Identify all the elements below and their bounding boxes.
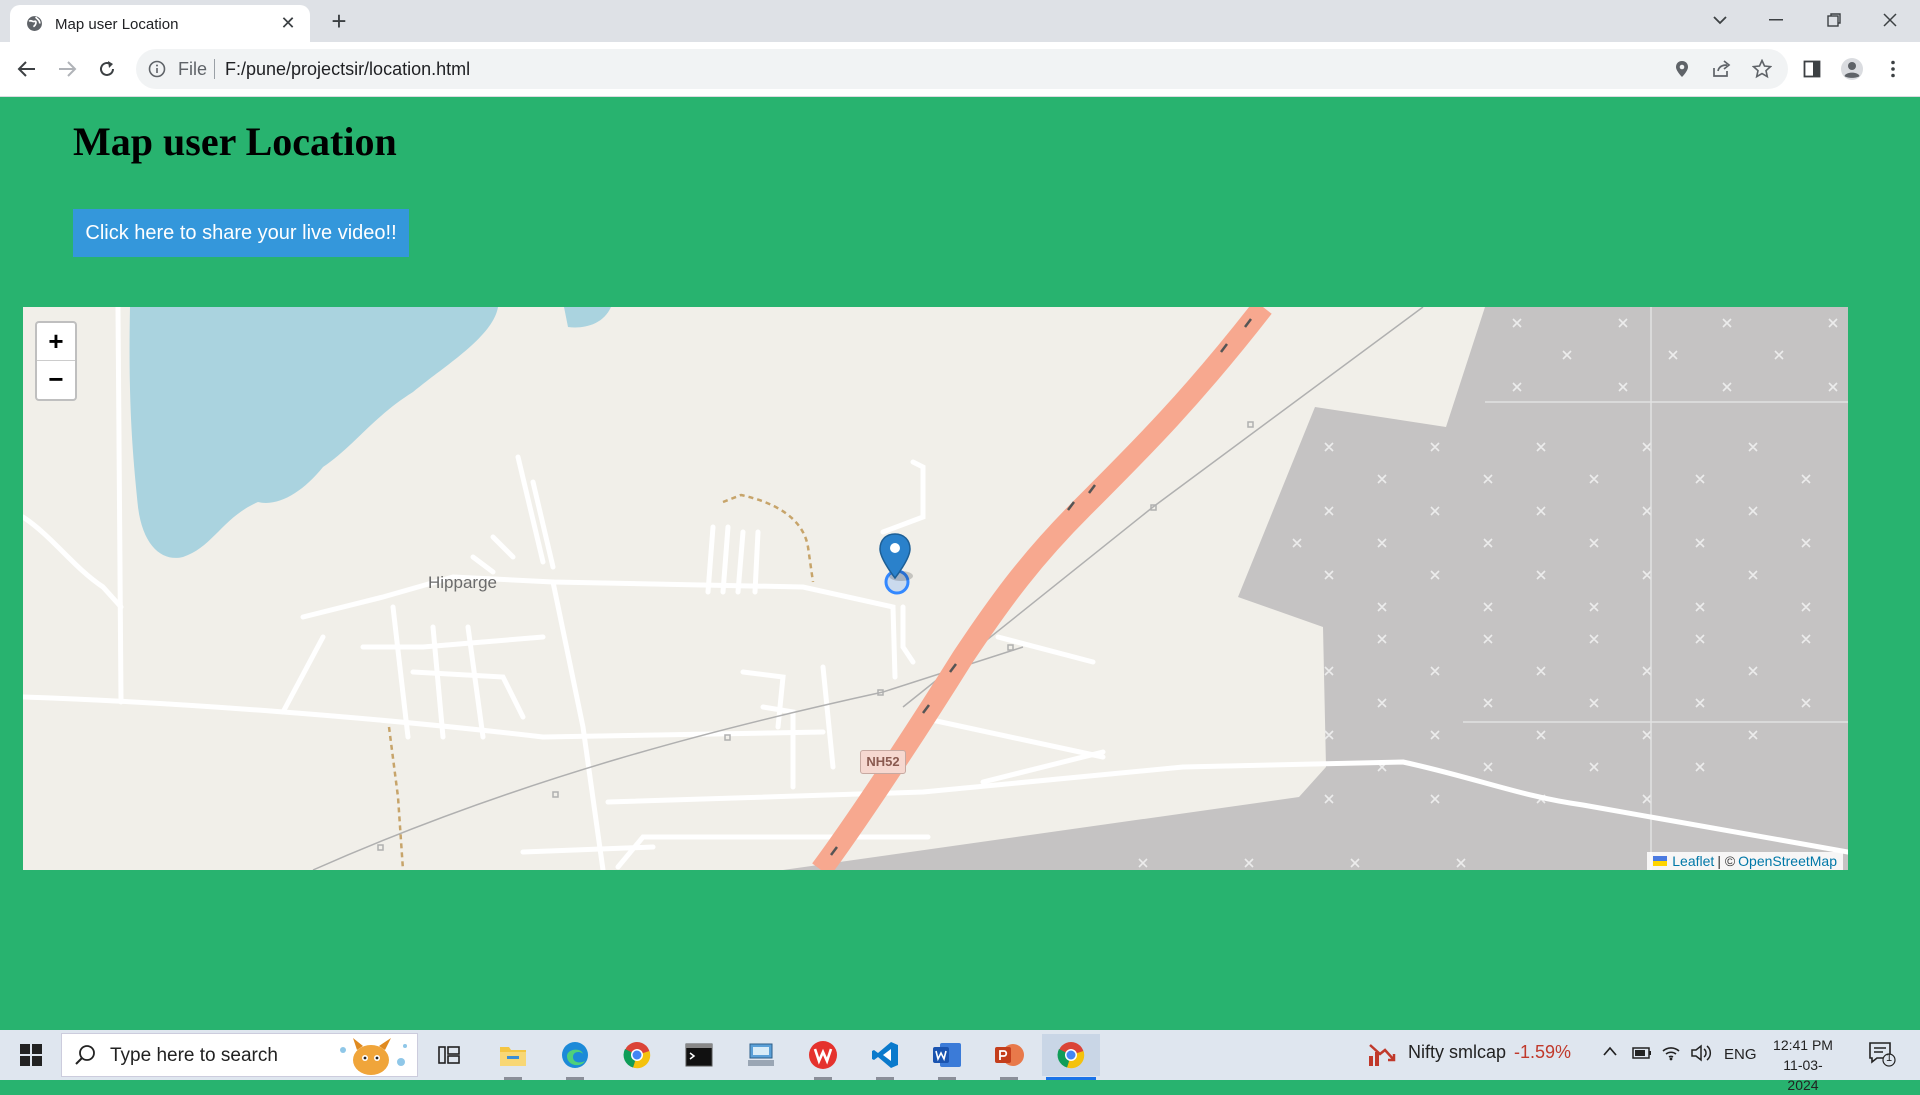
place-label: Hipparge <box>428 573 497 592</box>
address-bar[interactable]: File F:/pune/projectsir/location.html <box>136 49 1788 89</box>
attribution-separator: | © <box>1717 853 1736 869</box>
new-tab-button[interactable]: + <box>325 7 353 35</box>
quarry-area <box>783 307 1848 870</box>
back-arrow-icon[interactable] <box>14 56 40 82</box>
powerpoint-icon[interactable] <box>980 1034 1038 1080</box>
zoom-in-button[interactable]: + <box>37 323 75 361</box>
chrome-icon[interactable] <box>608 1034 666 1076</box>
tab-search-chevron-icon[interactable] <box>1692 0 1748 40</box>
scheme-label: File <box>178 59 208 79</box>
map-tiles <box>23 307 1848 870</box>
network-tool-icon[interactable] <box>732 1034 790 1076</box>
zoom-control: + − <box>35 321 77 401</box>
taskbar-search-box[interactable]: Type here to search <box>61 1033 418 1077</box>
profile-avatar-icon[interactable] <box>1839 56 1865 82</box>
water-lake <box>129 307 498 558</box>
tab-close-icon[interactable]: ✕ <box>278 13 298 34</box>
map-marker-icon[interactable] <box>879 532 915 584</box>
browser-toolbar: File F:/pune/projectsir/location.html <box>0 42 1920 97</box>
share-live-video-button[interactable]: Click here to share your live video!! <box>73 209 409 257</box>
restore-icon[interactable] <box>1806 0 1862 40</box>
close-window-icon[interactable] <box>1862 0 1918 40</box>
ukraine-flag-icon <box>1653 856 1668 866</box>
search-highlight-mascot-icon <box>340 1038 407 1075</box>
bookmark-star-icon[interactable] <box>1749 56 1775 82</box>
dirt-track <box>722 493 815 583</box>
stock-ticker[interactable]: Nifty smlcap -1.59% <box>1408 1042 1571 1063</box>
tab-title: Map user Location <box>55 16 179 33</box>
info-icon[interactable] <box>148 60 166 78</box>
reload-icon[interactable] <box>94 56 120 82</box>
clock-time: 12:41 PM <box>1773 1037 1833 1053</box>
file-explorer-icon[interactable] <box>484 1034 542 1080</box>
show-hidden-icons-chevron-icon[interactable] <box>1602 1044 1618 1061</box>
leaflet-link[interactable]: Leaflet <box>1672 853 1714 869</box>
language-indicator[interactable]: ENG <box>1724 1046 1757 1063</box>
windows-taskbar: Type here to search Nifty smlcap -1.59% … <box>0 1030 1920 1093</box>
ticker-name: Nifty smlcap <box>1408 1042 1507 1062</box>
page-title: Map user Location <box>73 119 397 164</box>
terminal-icon[interactable] <box>670 1034 728 1076</box>
url-text[interactable]: F:/pune/projectsir/location.html <box>225 59 470 80</box>
share-icon[interactable] <box>1709 56 1735 82</box>
kebab-menu-icon[interactable] <box>1880 56 1906 82</box>
system-clock[interactable]: 12:41 PM 11-03-2024 <box>1768 1035 1838 1095</box>
notification-center-icon[interactable]: 1 <box>1868 1041 1898 1071</box>
volume-icon[interactable] <box>1690 1044 1712 1066</box>
road-shield: NH52 <box>860 750 906 774</box>
map-attribution: Leaflet | © OpenStreetMap <box>1647 852 1843 870</box>
side-panel-icon[interactable] <box>1799 56 1825 82</box>
browser-tab[interactable]: Map user Location ✕ <box>10 5 310 42</box>
leaflet-map[interactable]: + − Hipparge NH52 Leaflet | © OpenStreet… <box>23 307 1848 870</box>
edge-browser-icon[interactable] <box>546 1034 604 1080</box>
clock-date: 11-03-2024 <box>1783 1057 1823 1093</box>
globe-icon <box>27 16 42 31</box>
windows-start-icon[interactable] <box>10 1030 52 1080</box>
wifi-icon[interactable] <box>1661 1045 1681 1065</box>
omnibox-separator <box>214 59 215 79</box>
zoom-out-button[interactable]: − <box>37 361 75 398</box>
vscode-icon[interactable] <box>856 1034 914 1080</box>
minimize-icon[interactable] <box>1748 0 1804 40</box>
battery-icon[interactable] <box>1632 1046 1652 1064</box>
water-pond <box>564 307 611 328</box>
location-pin-icon[interactable] <box>1669 56 1695 82</box>
search-placeholder: Type here to search <box>110 1045 278 1066</box>
dirt-track-south <box>387 726 405 870</box>
browser-tab-strip: Map user Location ✕ + <box>0 0 1920 42</box>
task-view-icon[interactable] <box>420 1034 478 1076</box>
openstreetmap-link[interactable]: OpenStreetMap <box>1738 853 1837 869</box>
forward-arrow-icon[interactable] <box>54 56 80 82</box>
word-icon[interactable] <box>918 1034 976 1080</box>
chrome-active-icon[interactable] <box>1042 1034 1100 1080</box>
notification-count: 1 <box>1886 1052 1893 1064</box>
search-icon <box>75 1045 95 1065</box>
wps-office-icon[interactable] <box>794 1034 852 1080</box>
ticker-change: -1.59% <box>1514 1042 1572 1062</box>
stock-down-trend-icon <box>1369 1044 1396 1066</box>
